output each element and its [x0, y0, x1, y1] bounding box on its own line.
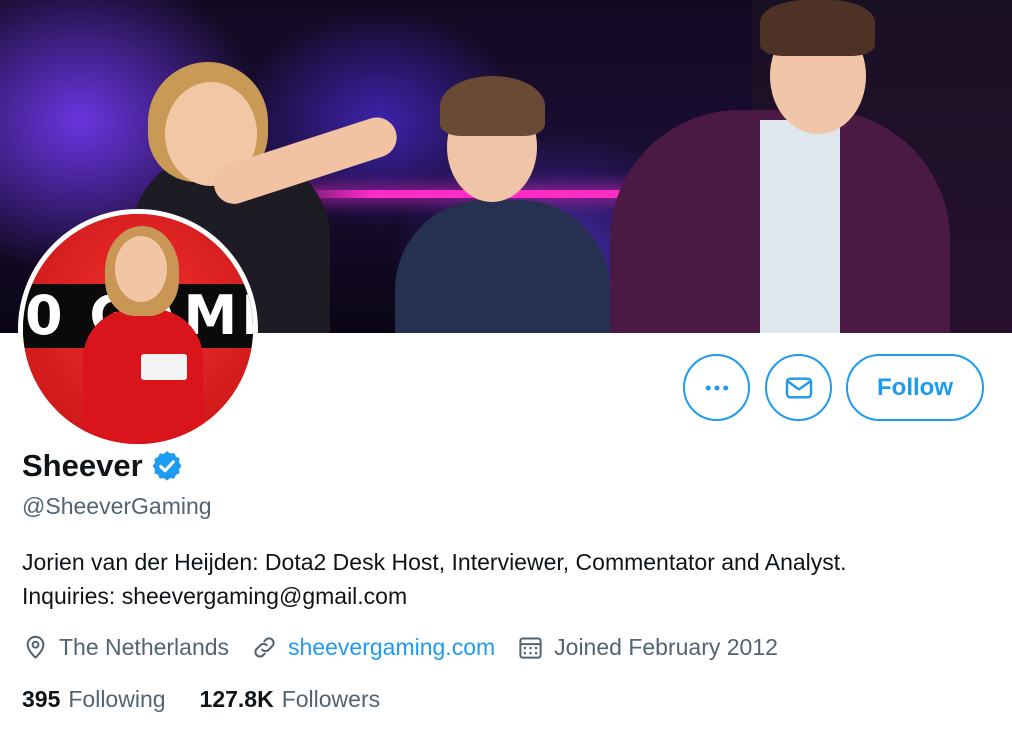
location-pin-icon	[26, 635, 45, 659]
follow-button[interactable]: Follow	[846, 354, 984, 421]
banner-person-right-hair	[760, 0, 875, 56]
avatar-person-card	[141, 354, 187, 380]
bio-line: Inquiries: sheevergaming@gmail.com	[22, 583, 408, 609]
bio-line: Jorien van der Heijden: Dota2 Desk Host,…	[22, 549, 847, 575]
verified-badge-icon	[152, 451, 182, 481]
profile-bio: Jorien van der Heijden: Dota2 Desk Host,…	[22, 545, 1002, 613]
envelope-icon	[785, 376, 812, 399]
following-stat[interactable]: 395 Following	[22, 686, 166, 713]
profile-handle: @SheeverGaming	[22, 493, 212, 519]
profile-location: The Netherlands	[22, 634, 229, 661]
profile-joined: Joined February 2012	[517, 634, 778, 661]
profile-stats-row: 395 Following 127.8K Followers	[22, 686, 414, 713]
profile-name-row: Sheever	[22, 448, 184, 484]
followers-count: 127.8K	[199, 686, 274, 712]
following-count: 395	[22, 686, 61, 712]
followers-stat[interactable]: 127.8K Followers	[200, 686, 381, 713]
more-horizontal-icon	[705, 385, 728, 390]
profile-website[interactable]: sheevergaming.com	[251, 634, 495, 661]
profile-avatar[interactable]: 0 GAMBIT	[18, 209, 258, 449]
banner-person-middle-hair	[440, 76, 545, 136]
message-button[interactable]	[765, 354, 832, 421]
profile-meta-row: The Netherlands sheevergaming.com Joined…	[22, 634, 800, 661]
banner-person-right-shirt	[760, 120, 840, 333]
following-label: Following	[68, 686, 166, 712]
website-link[interactable]: sheevergaming.com	[288, 634, 495, 661]
banner-person-middle-body	[395, 200, 610, 333]
avatar-person-head	[115, 236, 167, 302]
joined-text: Joined February 2012	[554, 634, 778, 660]
display-name: Sheever	[22, 448, 143, 483]
followers-label: Followers	[281, 686, 381, 712]
calendar-icon	[519, 637, 542, 659]
more-options-button[interactable]	[683, 354, 750, 421]
location-text: The Netherlands	[59, 634, 230, 660]
link-icon	[254, 637, 275, 658]
